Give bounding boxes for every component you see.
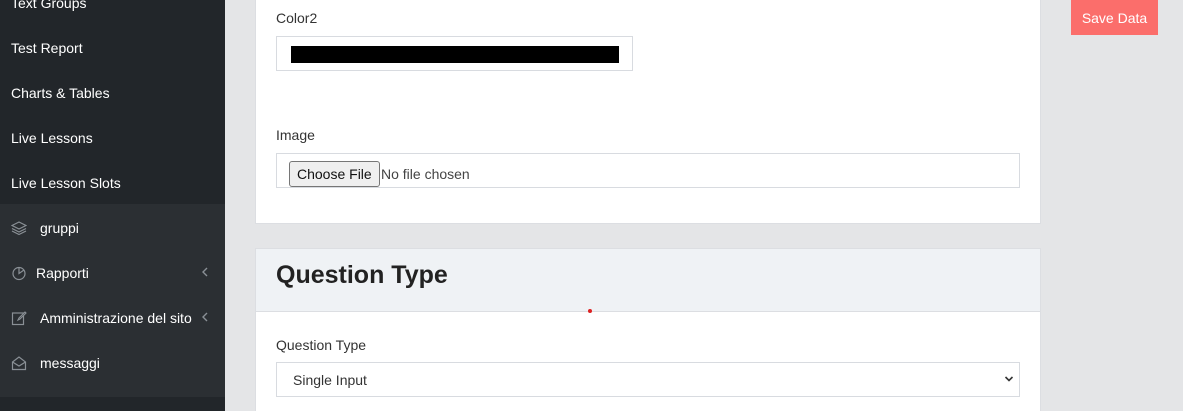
sidebar-item-label: Test Report [11, 39, 83, 56]
question-type-label: Question Type [276, 337, 367, 353]
form-card: Color2 Image Choose File No file chosen [255, 0, 1041, 224]
color2-label: Color2 [276, 10, 318, 26]
sidebar-item-live-lessons[interactable]: Live Lessons [0, 115, 225, 160]
layers-icon [11, 221, 27, 236]
no-file-text: No file chosen [381, 166, 470, 182]
sidebar-item-label: Rapporti [36, 264, 89, 281]
sidebar-item-label: gruppi [40, 219, 79, 236]
sidebar-item-label: Live Lesson Slots [11, 174, 121, 191]
image-file-input[interactable]: Choose File No file chosen [276, 153, 1020, 188]
choose-file-button[interactable]: Choose File [289, 161, 380, 187]
sidebar-item-label: Text Groups [11, 0, 87, 11]
sidebar-item-label: Amministrazione del sito [40, 309, 192, 326]
sidebar-footer [0, 397, 225, 411]
sidebar-item-label: Charts & Tables [11, 84, 110, 101]
select-value: Single Input [293, 372, 367, 388]
image-label: Image [276, 127, 315, 143]
question-type-card: Question Type Question Type Single Input [255, 248, 1041, 411]
chevron-left-icon [202, 267, 208, 277]
edit-icon [11, 311, 27, 326]
sidebar-item-amministrazione[interactable]: Amministrazione del sito [0, 295, 225, 340]
chevron-left-icon [202, 312, 208, 322]
save-data-button[interactable]: Save Data [1071, 0, 1158, 35]
sidebar: Text Groups Test Report Charts & Tables … [0, 0, 225, 411]
pie-chart-icon [12, 266, 26, 281]
sidebar-item-messaggi[interactable]: messaggi [0, 340, 225, 385]
color2-input[interactable] [276, 36, 633, 71]
sidebar-item-label: messaggi [40, 354, 100, 371]
sidebar-item-text-groups[interactable]: Text Groups [0, 0, 225, 25]
sidebar-item-charts-tables[interactable]: Charts & Tables [0, 70, 225, 115]
sidebar-item-label: Live Lessons [11, 129, 93, 146]
sidebar-item-test-report[interactable]: Test Report [0, 25, 225, 70]
cursor-dot [588, 309, 592, 313]
card-header: Question Type [256, 249, 1040, 312]
envelope-open-icon [11, 356, 27, 371]
sidebar-item-live-lesson-slots[interactable]: Live Lesson Slots [0, 160, 225, 205]
sidebar-item-rapporti[interactable]: Rapporti [0, 250, 225, 295]
chevron-down-icon [1004, 376, 1014, 382]
question-type-select[interactable]: Single Input [276, 362, 1020, 397]
color-swatch [291, 46, 619, 63]
sidebar-item-gruppi[interactable]: gruppi [0, 205, 225, 250]
card-title: Question Type [276, 261, 448, 289]
